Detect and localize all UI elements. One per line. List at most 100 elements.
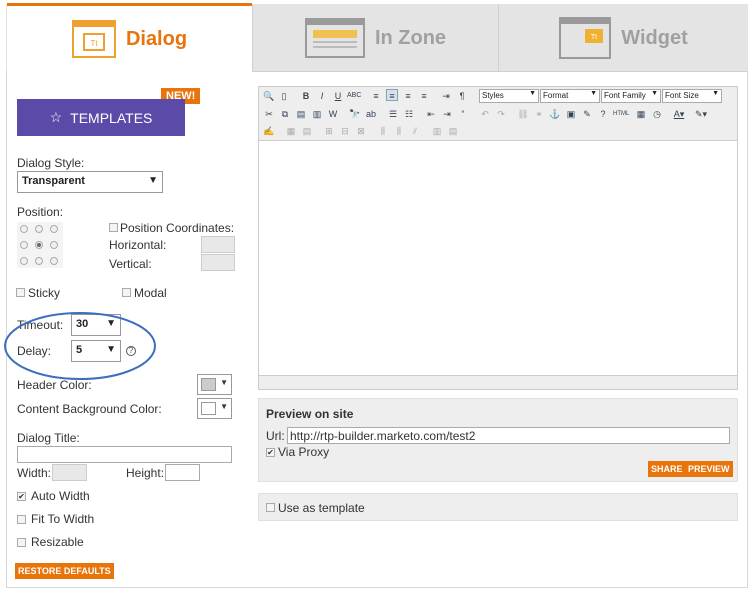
replace-icon[interactable]: ab xyxy=(365,108,377,120)
underline-icon[interactable]: U xyxy=(332,90,344,102)
cut-icon[interactable]: ✂ xyxy=(263,108,275,120)
position-radio-center[interactable] xyxy=(35,241,43,249)
split-cells-icon[interactable]: ▥ xyxy=(431,125,443,137)
width-input[interactable] xyxy=(52,464,87,481)
numbered-list-icon[interactable]: ☷ xyxy=(403,108,415,120)
styles-select[interactable]: Styles ▼ xyxy=(479,89,539,103)
horizontal-input[interactable] xyxy=(201,236,235,253)
content-bg-color-label: Content Background Color: xyxy=(17,402,162,416)
paste-text-icon[interactable]: ▥ xyxy=(311,108,323,120)
find-icon[interactable]: 🔭 xyxy=(349,108,361,120)
text-color-icon[interactable]: A▾ xyxy=(673,108,685,120)
tab-dialog[interactable]: Tt Dialog xyxy=(7,3,252,72)
redo-icon[interactable]: ↷ xyxy=(495,108,507,120)
preview-doc-icon[interactable]: 🔍 xyxy=(263,90,275,102)
copy-icon[interactable]: ⧉ xyxy=(279,108,291,120)
anchor-icon[interactable]: ⚓ xyxy=(549,108,561,120)
via-proxy-label: Via Proxy xyxy=(278,445,330,459)
resizable-checkbox[interactable] xyxy=(17,538,26,547)
paste-icon[interactable]: ▤ xyxy=(295,108,307,120)
position-radio-tl[interactable] xyxy=(20,225,28,233)
col-after-icon[interactable]: ⫼ xyxy=(393,125,405,137)
position-radio-bc[interactable] xyxy=(35,257,43,265)
auto-width-checkbox[interactable]: ✔ xyxy=(17,492,26,501)
dialog-title-input[interactable] xyxy=(17,446,232,463)
restore-defaults-button[interactable]: RESTORE DEFAULTS xyxy=(15,563,114,579)
blockquote-icon[interactable]: “ xyxy=(457,108,469,120)
height-input[interactable] xyxy=(165,464,200,481)
html-icon[interactable]: HTML xyxy=(613,108,629,120)
link-icon[interactable]: ⛓ xyxy=(517,108,529,120)
delete-col-icon[interactable]: ⫽ xyxy=(409,125,421,137)
italic-icon[interactable]: I xyxy=(316,90,328,102)
bg-color-icon[interactable]: ✎▾ xyxy=(695,108,707,120)
position-radio-mr[interactable] xyxy=(50,241,58,249)
resizable-label: Resizable xyxy=(31,535,84,549)
chevron-down-icon: ▼ xyxy=(590,90,597,97)
chevron-down-icon: ▼ xyxy=(712,90,719,97)
chevron-down-icon: ▼ xyxy=(148,175,158,186)
position-radio-tc[interactable] xyxy=(35,225,43,233)
outdent-icon[interactable]: ⇤ xyxy=(425,108,437,120)
dialog-style-value: Transparent xyxy=(22,175,85,187)
svg-text:Tt: Tt xyxy=(90,39,98,48)
delete-row-icon[interactable]: ⊠ xyxy=(355,125,367,137)
font-family-select[interactable]: Font Family ▼ xyxy=(601,89,661,103)
font-family-label: Font Family xyxy=(604,91,646,100)
modal-label: Modal xyxy=(134,286,167,300)
image-icon[interactable]: ▣ xyxy=(565,108,577,120)
header-color-picker[interactable]: ▼ xyxy=(197,374,232,395)
insert-date-icon[interactable]: ▦ xyxy=(635,108,647,120)
url-input[interactable]: http://rtp-builder.marketo.com/test2 xyxy=(287,427,730,444)
vertical-input[interactable] xyxy=(201,254,235,271)
modal-checkbox[interactable] xyxy=(122,288,131,297)
table-props-icon[interactable]: ▤ xyxy=(301,125,313,137)
col-before-icon[interactable]: ⫼ xyxy=(377,125,389,137)
cleanup-icon[interactable]: ✎ xyxy=(581,108,593,120)
row-before-icon[interactable]: ⊞ xyxy=(323,125,335,137)
share-button[interactable]: SHARE xyxy=(648,461,686,477)
fit-to-width-checkbox[interactable] xyxy=(17,515,26,524)
preview-button[interactable]: PREVIEW xyxy=(685,461,733,477)
unlink-icon[interactable]: ⚭ xyxy=(533,108,545,120)
bold-icon[interactable]: B xyxy=(300,90,312,102)
tab-widget[interactable]: Tt Widget xyxy=(498,4,748,72)
dialog-style-select[interactable]: Transparent ▼ xyxy=(17,171,163,193)
row-after-icon[interactable]: ⊟ xyxy=(339,125,351,137)
new-doc-icon[interactable]: ▯ xyxy=(278,90,290,102)
url-label: Url: xyxy=(266,429,285,443)
tab-in-zone[interactable]: In Zone xyxy=(252,4,498,72)
format-select[interactable]: Format ▼ xyxy=(540,89,600,103)
undo-icon[interactable]: ↶ xyxy=(479,108,491,120)
rtl-icon[interactable]: ¶ xyxy=(456,90,468,102)
highlight-circle-annotation xyxy=(4,312,156,380)
merge-cells-icon[interactable]: ▤ xyxy=(447,125,459,137)
position-coordinates-checkbox[interactable] xyxy=(109,223,118,232)
indent-icon[interactable]: ⇥ xyxy=(441,108,453,120)
via-proxy-checkbox[interactable]: ✔ xyxy=(266,448,275,457)
position-radio-tr[interactable] xyxy=(50,225,58,233)
ltr-icon[interactable]: ⇥ xyxy=(440,90,452,102)
help-editor-icon[interactable]: ? xyxy=(597,108,609,120)
insert-time-icon[interactable]: ◷ xyxy=(651,108,663,120)
position-radio-br[interactable] xyxy=(50,257,58,265)
content-bg-color-picker[interactable]: ▼ xyxy=(197,398,232,419)
strikethrough-icon[interactable]: ABC xyxy=(347,90,361,102)
position-radio-ml[interactable] xyxy=(20,241,28,249)
position-radio-bl[interactable] xyxy=(20,257,28,265)
align-left-icon[interactable]: ≡ xyxy=(370,90,382,102)
use-as-template-checkbox[interactable] xyxy=(266,503,275,512)
bullet-list-icon[interactable]: ☰ xyxy=(387,108,399,120)
templates-button[interactable]: ☆ TEMPLATES xyxy=(17,99,185,136)
align-center-icon[interactable]: ≡ xyxy=(386,89,398,101)
justify-icon[interactable]: ≡ xyxy=(418,90,430,102)
align-right-icon[interactable]: ≡ xyxy=(402,90,414,102)
editor-content-area[interactable] xyxy=(259,140,737,376)
paste-word-icon[interactable]: W xyxy=(327,108,339,120)
font-size-select[interactable]: Font Size ▼ xyxy=(662,89,722,103)
format-label: Format xyxy=(543,91,569,100)
font-size-label: Font Size xyxy=(665,91,699,100)
edit-css-icon[interactable]: ✍ xyxy=(263,125,275,137)
sticky-checkbox[interactable] xyxy=(16,288,25,297)
table-icon[interactable]: ▦ xyxy=(285,125,297,137)
